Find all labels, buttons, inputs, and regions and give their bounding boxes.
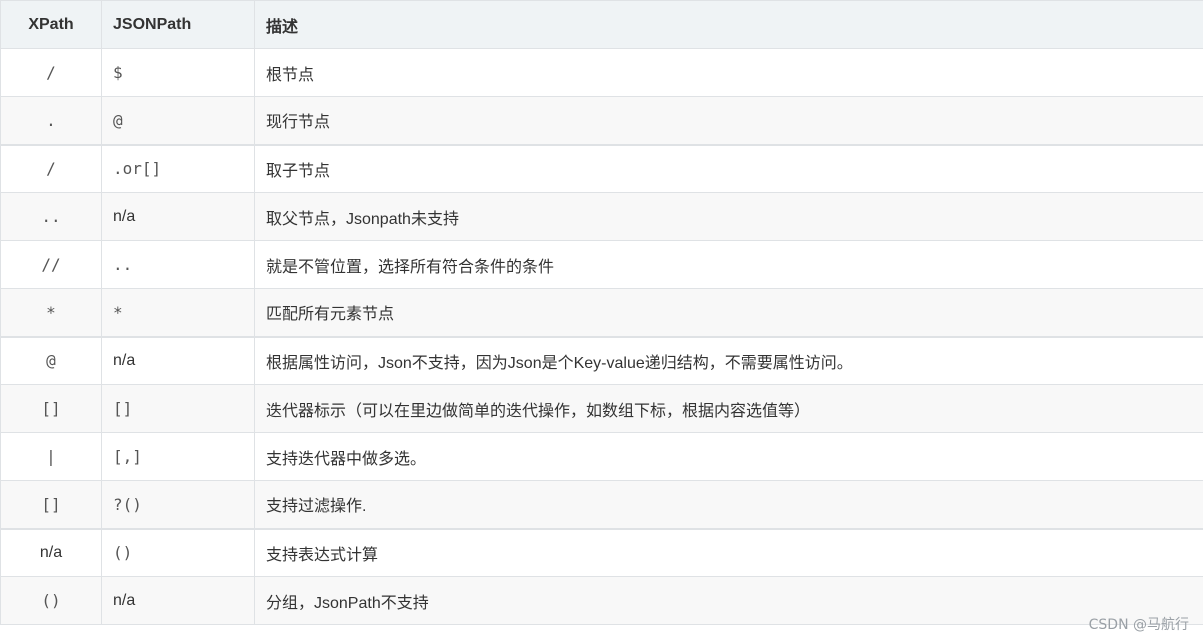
table-row: @ n/a 根据属性访问，Json不支持，因为Json是个Key-value递归… — [0, 335, 1203, 385]
xpath-cell: [] — [0, 384, 102, 433]
header-description: 描述 — [254, 0, 1203, 49]
xpath-cell: | — [0, 432, 102, 481]
jsonpath-cell: .or[] — [101, 143, 255, 193]
jsonpath-cell: $ — [101, 48, 255, 97]
description-cell: 支持迭代器中做多选。 — [254, 432, 1203, 481]
table-row: .. n/a 取父节点，Jsonpath未支持 — [0, 192, 1203, 241]
description-cell: 取父节点，Jsonpath未支持 — [254, 192, 1203, 241]
table-row: / .or[] 取子节点 — [0, 143, 1203, 193]
csdn-watermark: CSDN @马航行 — [1088, 617, 1189, 633]
description-cell: 就是不管位置，选择所有符合条件的条件 — [254, 240, 1203, 289]
header-xpath: XPath — [0, 0, 102, 49]
xpath-cell: @ — [0, 335, 102, 385]
jsonpath-cell: n/a — [101, 576, 255, 625]
description-cell: 分组，JsonPath不支持 — [254, 576, 1203, 625]
jsonpath-cell: () — [101, 527, 255, 577]
table-row: () n/a 分组，JsonPath不支持 — [0, 576, 1203, 625]
xpath-cell: // — [0, 240, 102, 289]
description-cell: 取子节点 — [254, 143, 1203, 193]
xpath-cell: / — [0, 48, 102, 97]
xpath-cell: .. — [0, 192, 102, 241]
description-cell: 支持过滤操作. — [254, 480, 1203, 529]
table-header-row: XPath JSONPath 描述 — [0, 0, 1203, 49]
jsonpath-cell: * — [101, 288, 255, 337]
table-row: | [,] 支持迭代器中做多选。 — [0, 432, 1203, 481]
xpath-cell: [] — [0, 480, 102, 529]
xpath-cell: / — [0, 143, 102, 193]
jsonpath-cell: @ — [101, 96, 255, 145]
xpath-cell: n/a — [0, 527, 102, 577]
description-cell: 根据属性访问，Json不支持，因为Json是个Key-value递归结构，不需要… — [254, 335, 1203, 385]
jsonpath-cell: .. — [101, 240, 255, 289]
jsonpath-cell: n/a — [101, 192, 255, 241]
table-row: [] [] 迭代器标示（可以在里边做简单的迭代操作，如数组下标，根据内容选值等） — [0, 384, 1203, 433]
xpath-cell: . — [0, 96, 102, 145]
jsonpath-cell: ?() — [101, 480, 255, 529]
description-cell: 迭代器标示（可以在里边做简单的迭代操作，如数组下标，根据内容选值等） — [254, 384, 1203, 433]
xpath-cell: * — [0, 288, 102, 337]
description-cell: 支持表达式计算 — [254, 527, 1203, 577]
jsonpath-cell: n/a — [101, 335, 255, 385]
description-cell: 根节点 — [254, 48, 1203, 97]
jsonpath-cell: [] — [101, 384, 255, 433]
table-row: . @ 现行节点 — [0, 96, 1203, 145]
table-row: n/a () 支持表达式计算 — [0, 527, 1203, 577]
xpath-jsonpath-table: XPath JSONPath 描述 / $ 根节点 . @ 现行节点 / .or… — [0, 0, 1203, 625]
table-row: // .. 就是不管位置，选择所有符合条件的条件 — [0, 240, 1203, 289]
table-row: [] ?() 支持过滤操作. — [0, 480, 1203, 529]
jsonpath-cell: [,] — [101, 432, 255, 481]
table-row: * * 匹配所有元素节点 — [0, 288, 1203, 337]
xpath-cell: () — [0, 576, 102, 625]
description-cell: 现行节点 — [254, 96, 1203, 145]
table-row: / $ 根节点 — [0, 48, 1203, 97]
header-jsonpath: JSONPath — [101, 0, 255, 49]
description-cell: 匹配所有元素节点 — [254, 288, 1203, 337]
